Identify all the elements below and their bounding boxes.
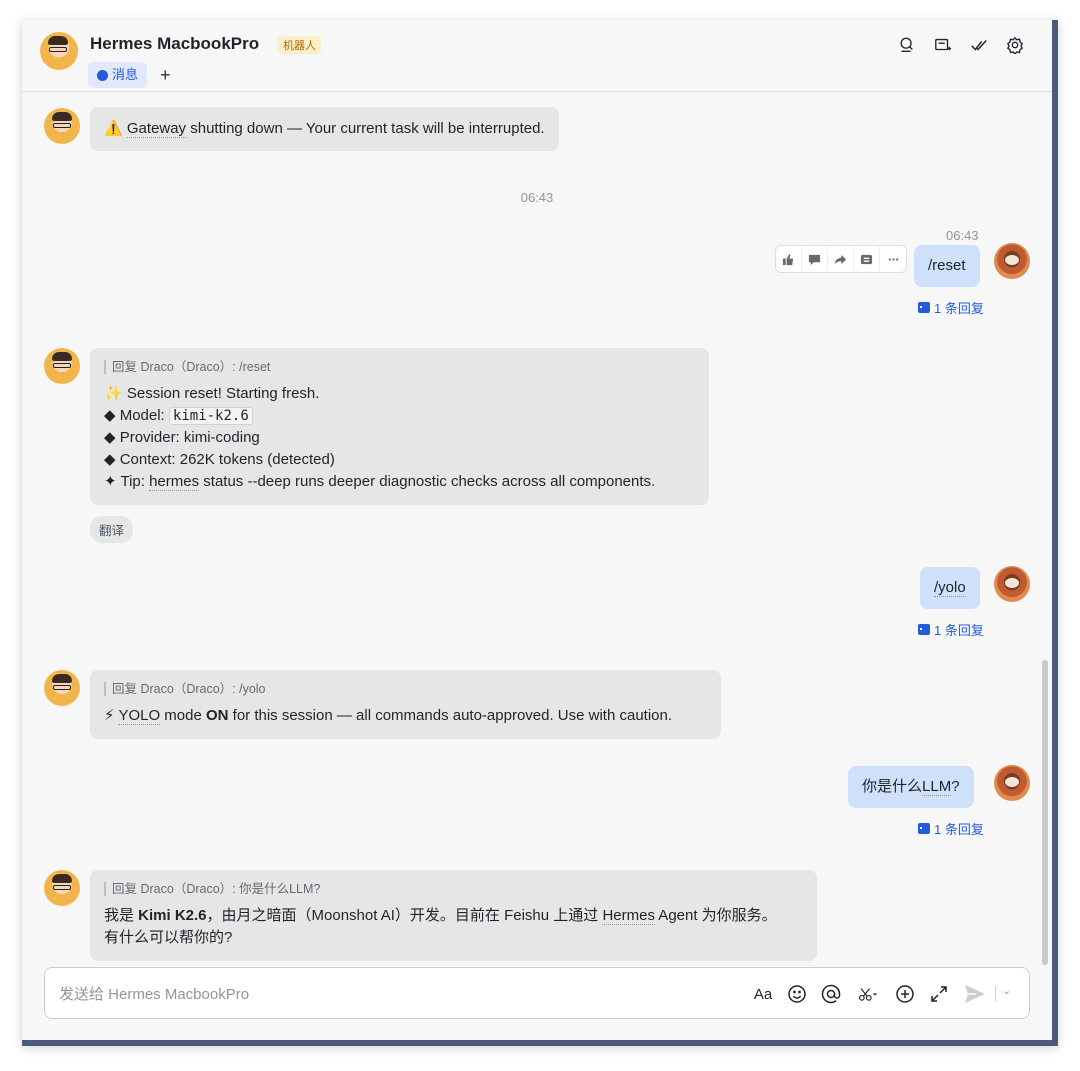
- user-avatar[interactable]: [994, 566, 1030, 602]
- mention-icon[interactable]: [819, 982, 843, 1006]
- quoted-message: 回复 Draco（Draco）: /reset: [104, 360, 695, 374]
- message-list[interactable]: ⚠️ Gateway shutting down — Your current …: [22, 93, 1052, 965]
- search-icon[interactable]: [896, 34, 918, 56]
- user-avatar[interactable]: [994, 765, 1030, 801]
- chevron-down-icon[interactable]: ⌄: [1002, 984, 1011, 997]
- screenshot-scissors-icon[interactable]: [853, 982, 883, 1006]
- add-attachment-icon[interactable]: [893, 982, 917, 1006]
- settings-icon[interactable]: [1004, 34, 1026, 56]
- tab-messages[interactable]: 消息: [88, 62, 148, 88]
- bot-avatar[interactable]: [44, 870, 80, 906]
- reply-thread-icon: [918, 823, 932, 834]
- expand-icon[interactable]: [927, 982, 951, 1006]
- translate-button[interactable]: 翻译: [90, 516, 134, 543]
- chat-window: Hermes MacbookPro 机器人 消息 + ⚠️ Gateway sh…: [22, 20, 1058, 1046]
- message-bubble-llm-reply[interactable]: 回复 Draco（Draco）: 你是什么LLM? 我是 Kimi K2.6，由…: [90, 870, 817, 961]
- message-input[interactable]: [59, 982, 659, 1006]
- message-bubble-yolo-reply[interactable]: 回复 Draco（Draco）: /yolo ⚡ YOLO mode ON fo…: [90, 670, 721, 739]
- timestamp: 06:43: [520, 190, 554, 205]
- bot-avatar[interactable]: [44, 348, 80, 384]
- comment-icon[interactable]: [802, 246, 828, 272]
- message-bubble-yolo[interactable]: /yolo: [920, 567, 980, 609]
- quoted-message: 回复 Draco（Draco）: /yolo: [104, 682, 707, 696]
- scrollbar[interactable]: [1042, 660, 1048, 965]
- bot-avatar[interactable]: [44, 108, 80, 144]
- quoted-message: 回复 Draco（Draco）: 你是什么LLM?: [104, 882, 803, 896]
- reply-thread-icon: [918, 302, 932, 313]
- message-timestamp: 06:43: [946, 228, 979, 243]
- check-icon[interactable]: [968, 34, 990, 56]
- chat-bubble-icon: [97, 69, 108, 81]
- more-icon[interactable]: [880, 246, 906, 272]
- thumbs-up-icon[interactable]: [776, 246, 802, 272]
- warning-icon: ⚠️: [104, 120, 127, 137]
- bot-badge: 机器人: [278, 36, 321, 54]
- font-format-button[interactable]: Aa: [751, 982, 775, 1006]
- bot-avatar[interactable]: [40, 32, 78, 70]
- chat-title: Hermes MacbookPro: [90, 34, 260, 53]
- user-avatar[interactable]: [994, 243, 1030, 279]
- emoji-icon[interactable]: [785, 982, 809, 1006]
- thread-replies-link[interactable]: 1 条回复: [918, 298, 984, 317]
- reply-thread-icon: [918, 624, 932, 635]
- message-bubble-reset-reply[interactable]: 回复 Draco（Draco）: /reset ✨ Session reset!…: [90, 348, 709, 505]
- thread-replies-link[interactable]: 1 条回复: [918, 620, 984, 639]
- add-tab-icon[interactable]: [932, 34, 954, 56]
- bot-avatar[interactable]: [44, 670, 80, 706]
- thread-replies-link[interactable]: 1 条回复: [918, 819, 984, 838]
- send-icon[interactable]: [963, 982, 987, 1006]
- tab-messages-label: 消息: [112, 67, 139, 82]
- message-bubble-reset[interactable]: /reset: [914, 245, 980, 287]
- forward-icon[interactable]: [828, 246, 854, 272]
- message-bubble-gateway[interactable]: ⚠️ Gateway shutting down — Your current …: [90, 107, 559, 151]
- message-composer: Aa ⌄: [44, 967, 1030, 1019]
- message-bubble-llm-question[interactable]: 你是什么LLM?: [848, 766, 974, 808]
- send-divider: [995, 986, 996, 1002]
- chat-header: Hermes MacbookPro 机器人 消息 +: [22, 20, 1052, 92]
- add-tab-button[interactable]: +: [160, 64, 171, 86]
- quote-reply-icon[interactable]: [854, 246, 880, 272]
- message-actions-toolbar: [775, 245, 907, 273]
